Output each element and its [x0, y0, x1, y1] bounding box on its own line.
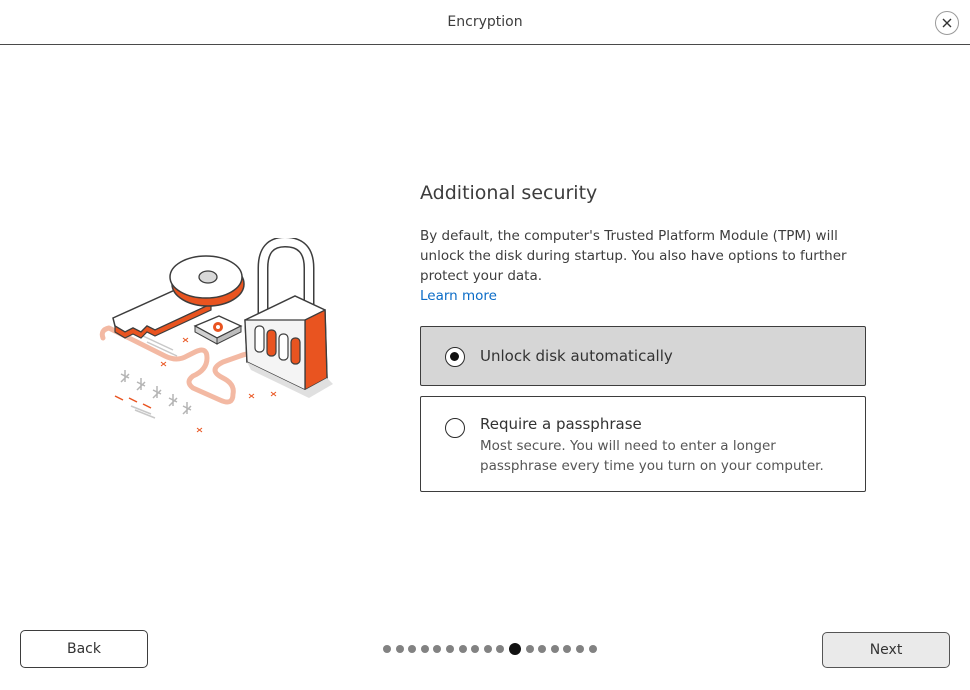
close-button[interactable] [935, 11, 959, 35]
page-title: Additional security [420, 182, 598, 204]
key-and-padlock-illustration [99, 238, 333, 433]
progress-dot [433, 645, 442, 653]
progress-dot [408, 645, 417, 653]
option-label: Unlock disk automatically [480, 347, 673, 365]
radio-require-passphrase[interactable] [445, 418, 465, 438]
window-title: Encryption [447, 14, 523, 30]
progress-dot [538, 645, 547, 653]
description-text: By default, the computer's Trusted Platf… [420, 228, 847, 284]
progress-dot [471, 645, 480, 653]
progress-dot [395, 645, 404, 653]
radio-selected-dot [450, 352, 459, 361]
progress-dot [383, 645, 391, 653]
option-require-passphrase[interactable]: Require a passphrase Most secure. You wi… [420, 396, 866, 492]
option-label: Require a passphrase [480, 415, 642, 433]
progress-dot [525, 645, 534, 653]
option-description: Most secure. You will need to enter a lo… [480, 438, 824, 474]
progress-dot [420, 645, 429, 653]
progress-dot [483, 645, 492, 653]
close-icon [942, 18, 952, 28]
next-button[interactable]: Next [822, 632, 950, 668]
progress-dot [496, 645, 505, 653]
progress-dot [563, 645, 572, 653]
option-unlock-automatically[interactable]: Unlock disk automatically [420, 326, 866, 386]
progress-dot [575, 645, 584, 653]
radio-unlock-automatically[interactable] [445, 347, 465, 367]
main-content: Additional security By default, the comp… [420, 180, 866, 306]
progress-dot-current [508, 643, 521, 655]
progress-dot [550, 645, 559, 653]
progress-dot [458, 645, 467, 653]
learn-more-link[interactable]: Learn more [420, 286, 866, 306]
back-button[interactable]: Back [20, 630, 148, 668]
title-bar: Encryption [0, 0, 970, 45]
progress-dots [383, 643, 601, 655]
progress-dot [588, 645, 597, 653]
progress-dot [445, 645, 454, 653]
